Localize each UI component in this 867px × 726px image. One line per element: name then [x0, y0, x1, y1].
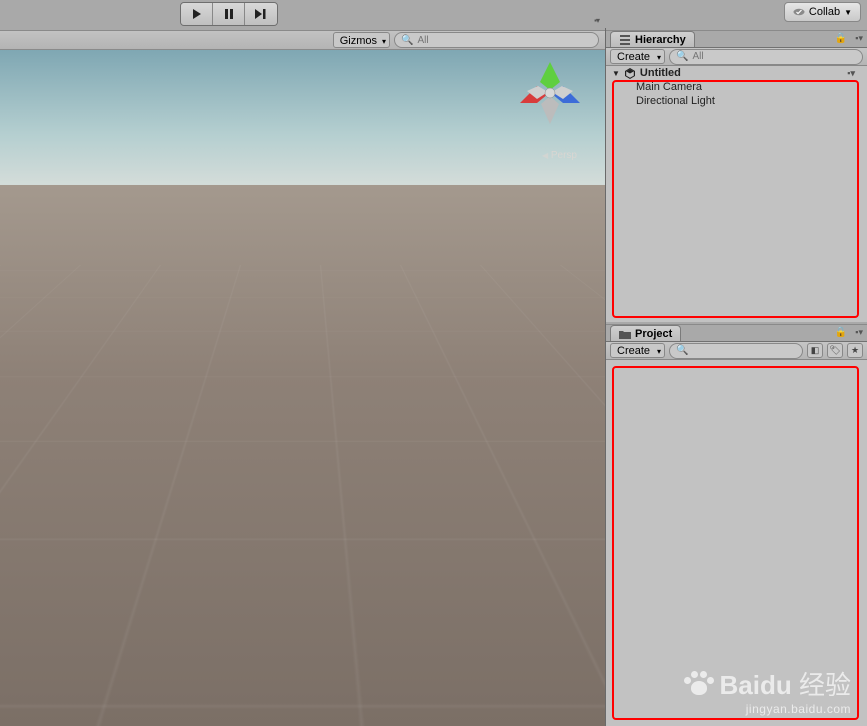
scene-ground	[0, 185, 605, 726]
scene-toolbar: ▪▾ Gizmos 🔍	[0, 30, 605, 50]
project-panel: Project 🔒 ▪▾ Create 🔍 ◧ 🏷 ★	[606, 322, 867, 726]
lock-icon[interactable]: 🔒	[835, 327, 847, 338]
search-icon: 🔍	[676, 345, 688, 356]
scene-search-input[interactable]	[417, 35, 592, 46]
play-button[interactable]	[181, 3, 213, 25]
hierarchy-panel: Hierarchy 🔒 ▪▾ Create 🔍 ▼	[606, 28, 867, 322]
hierarchy-search-input[interactable]	[692, 51, 856, 62]
save-search-button[interactable]: ★	[847, 343, 863, 358]
gizmos-dropdown[interactable]: Gizmos	[333, 32, 390, 48]
project-search[interactable]: 🔍	[669, 343, 803, 359]
chevron-down-icon: ▼	[844, 8, 852, 17]
scene-pane: ▪▾ Gizmos 🔍	[0, 28, 605, 726]
orientation-gizmo[interactable]	[515, 58, 585, 128]
step-button[interactable]	[245, 3, 277, 25]
expand-toggle-icon[interactable]: ▼	[612, 69, 620, 78]
create-label: Create	[617, 51, 650, 63]
unity-logo-icon	[624, 67, 636, 79]
folder-icon	[619, 328, 631, 340]
projection-label: ◀ Persp	[542, 150, 577, 161]
project-create-dropdown[interactable]: Create	[610, 343, 665, 358]
hierarchy-tabbar: Hierarchy 🔒 ▪▾	[606, 30, 867, 48]
hierarchy-body[interactable]: ▼ Untitled ▪▾ Main Camera Directional Li…	[606, 66, 867, 322]
search-icon: 🔍	[676, 51, 688, 62]
cloud-check-icon	[793, 6, 805, 19]
top-toolbar: Collab ▼	[0, 0, 867, 28]
scene-grid	[0, 265, 605, 726]
scene-viewport[interactable]: ◀ Persp	[0, 50, 605, 726]
hierarchy-create-dropdown[interactable]: Create	[610, 49, 665, 64]
scene-row[interactable]: ▼ Untitled ▪▾	[606, 66, 867, 80]
scene-context-menu-icon[interactable]: ▪▾	[847, 68, 861, 79]
transport-controls	[180, 2, 278, 26]
filter-by-label-button[interactable]: 🏷	[827, 343, 843, 358]
annotation-highlight	[612, 80, 859, 318]
project-toolbar: Create 🔍 ◧ 🏷 ★	[606, 342, 867, 360]
gizmos-label: Gizmos	[340, 35, 377, 47]
hierarchy-tab[interactable]: Hierarchy	[610, 31, 695, 47]
panel-menu-icon[interactable]: ▪▾	[855, 327, 863, 338]
create-label: Create	[617, 345, 650, 357]
lock-icon[interactable]: 🔒	[835, 33, 847, 44]
collab-label: Collab	[809, 6, 840, 18]
search-icon: 🔍	[401, 35, 413, 46]
pause-button[interactable]	[213, 3, 245, 25]
pane-menu-icon[interactable]: ▪▾	[585, 16, 599, 26]
scene-search[interactable]: 🔍	[394, 32, 599, 48]
project-search-input[interactable]	[692, 345, 796, 356]
hierarchy-toolbar: Create 🔍	[606, 48, 867, 66]
hierarchy-icon	[619, 34, 631, 46]
collab-dropdown[interactable]: Collab ▼	[784, 2, 861, 22]
scene-name: Untitled	[640, 67, 681, 79]
panel-menu-icon[interactable]: ▪▾	[855, 33, 863, 44]
hierarchy-search[interactable]: 🔍	[669, 49, 863, 65]
main-split: ▪▾ Gizmos 🔍	[0, 28, 867, 726]
right-column: Hierarchy 🔒 ▪▾ Create 🔍 ▼	[605, 28, 867, 726]
filter-by-type-button[interactable]: ◧	[807, 343, 823, 358]
project-body[interactable]	[606, 360, 867, 726]
project-tab[interactable]: Project	[610, 325, 681, 341]
project-tab-label: Project	[635, 328, 672, 340]
annotation-highlight	[612, 366, 859, 720]
project-tabbar: Project 🔒 ▪▾	[606, 324, 867, 342]
hierarchy-tab-label: Hierarchy	[635, 34, 686, 46]
